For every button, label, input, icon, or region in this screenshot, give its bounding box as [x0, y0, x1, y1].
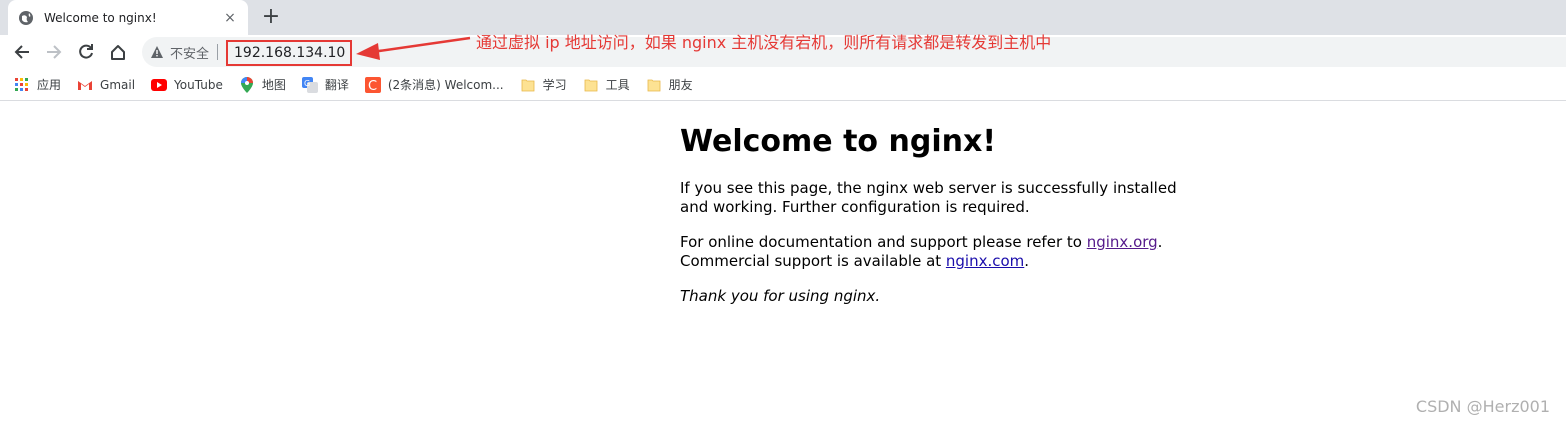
commercial-period: .: [1024, 252, 1030, 270]
forward-button[interactable]: [42, 40, 66, 64]
folder-icon: [646, 77, 662, 93]
url-text[interactable]: 192.168.134.10: [226, 40, 352, 66]
bookmark-csdn[interactable]: C (2条消息) Welcom...: [364, 76, 504, 93]
browser-tab[interactable]: Welcome to nginx! ×: [8, 0, 248, 35]
bookmark-label: 学习: [542, 78, 567, 92]
gmail-icon: [77, 77, 93, 93]
bookmarks-bar: 应用 Gmail YouTube 地图 G 翻译 C (2条消息) Welcom…: [0, 69, 1566, 101]
csdn-icon: C: [364, 76, 381, 93]
folder-icon: [583, 77, 599, 93]
home-button[interactable]: [106, 40, 130, 64]
youtube-icon: [151, 77, 168, 93]
back-button[interactable]: [10, 40, 34, 64]
support-text: For online documentation and support ple…: [680, 233, 1087, 251]
maps-pin-icon: [239, 76, 255, 93]
divider: [217, 44, 219, 60]
bookmark-folder-study[interactable]: 学习: [520, 76, 567, 93]
page-content: Welcome to nginx! If you see this page, …: [680, 124, 1200, 322]
bookmark-label: 朋友: [668, 78, 693, 92]
globe-icon: [18, 10, 34, 26]
thanks-paragraph: Thank you for using nginx.: [680, 287, 881, 305]
bookmark-gmail[interactable]: Gmail: [77, 77, 135, 93]
bookmark-folder-friends[interactable]: 朋友: [646, 76, 693, 93]
bookmark-translate[interactable]: G 翻译: [301, 76, 349, 93]
forward-arrow-icon: [47, 45, 62, 59]
bookmark-label: Gmail: [100, 77, 136, 92]
page-heading: Welcome to nginx!: [680, 124, 996, 159]
apps-grid-icon: [14, 77, 30, 93]
reload-icon: [79, 44, 93, 59]
bookmark-youtube[interactable]: YouTube: [151, 77, 223, 93]
reload-button[interactable]: [74, 40, 98, 64]
svg-text:C: C: [368, 79, 377, 93]
back-arrow-icon: [14, 45, 29, 59]
tab-title: Welcome to nginx!: [44, 10, 157, 25]
bookmark-label: YouTube: [174, 77, 223, 92]
bookmark-label: 翻译: [324, 78, 349, 92]
bookmark-maps[interactable]: 地图: [239, 76, 286, 93]
bookmark-label: (2条消息) Welcom...: [387, 78, 504, 92]
security-label: 不安全: [170, 46, 210, 62]
intro-paragraph: If you see this page, the nginx web serv…: [680, 179, 1177, 216]
close-tab-icon[interactable]: ×: [222, 10, 238, 26]
nginx-org-link[interactable]: nginx.org: [1087, 233, 1158, 251]
bookmark-label: 工具: [605, 78, 630, 92]
bookmark-label: 应用: [37, 78, 62, 92]
warning-icon: [151, 46, 163, 58]
support-paragraph: For online documentation and support ple…: [680, 233, 1200, 271]
bookmark-folder-tools[interactable]: 工具: [583, 76, 630, 93]
folder-icon: [520, 77, 536, 93]
translate-icon: G: [301, 76, 318, 93]
watermark: CSDN @Herz001: [1415, 397, 1550, 416]
home-icon: [111, 45, 125, 60]
svg-text:G: G: [304, 79, 310, 88]
support-period: .: [1157, 233, 1163, 251]
new-tab-button[interactable]: +: [260, 6, 282, 28]
bookmark-label: 地图: [261, 78, 286, 92]
annotation-text: 通过虚拟 ip 地址访问，如果 nginx 主机没有宕机，则所有请求都是转发到主…: [476, 33, 1052, 52]
bookmark-apps[interactable]: 应用: [14, 76, 61, 93]
security-indicator[interactable]: 不安全: [150, 37, 219, 67]
nginx-com-link[interactable]: nginx.com: [946, 252, 1024, 270]
commercial-text: Commercial support is available at: [680, 252, 946, 270]
